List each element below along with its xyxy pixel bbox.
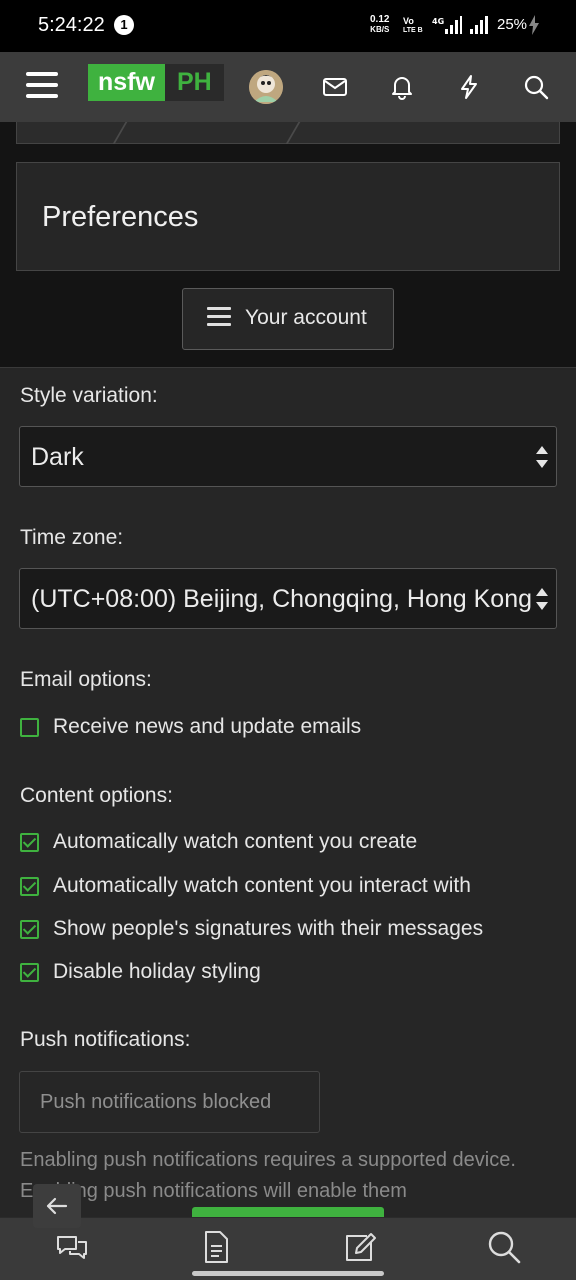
search-icon[interactable] (523, 74, 549, 100)
push-notifications-button[interactable]: Push notifications blocked (19, 1071, 320, 1133)
push-notifications-label: Push notifications: (20, 1028, 191, 1051)
time-zone-value: (UTC+08:00) Beijing, Chongqing, Hong Kon… (31, 585, 531, 613)
notification-badge: 1 (114, 15, 134, 35)
menu-icon (207, 307, 231, 331)
status-bar: 5:24:22 1 0.12 KB/S Vo LTE B 4G 25% (0, 0, 576, 52)
battery-level: 25% (497, 16, 528, 33)
back-arrow-icon (46, 1197, 68, 1215)
push-notifications-button-label: Push notifications blocked (40, 1091, 272, 1113)
volte-bottom: LTE B (403, 27, 423, 34)
breadcrumb[interactable] (16, 122, 560, 144)
email-options-label: Email options: (20, 668, 152, 691)
select-arrows-icon (536, 446, 548, 468)
back-button[interactable] (33, 1184, 81, 1228)
your-account-label: Your account (245, 306, 367, 329)
home-indicator[interactable] (192, 1271, 384, 1276)
network-speed-unit: KB/S (370, 25, 390, 34)
logo-text-left: nsfw (88, 64, 165, 101)
signal-4g-icon: 4G (432, 16, 462, 34)
checkbox-row-signatures[interactable]: Show people's signatures with their mess… (20, 915, 483, 943)
news-emails-checkbox[interactable] (20, 717, 39, 737)
edit-icon[interactable] (342, 1229, 378, 1265)
volte-top: Vo (403, 16, 414, 26)
mail-icon[interactable] (322, 74, 348, 100)
top-navbar: nsfw PH (0, 52, 576, 122)
volte-indicator: Vo LTE B (403, 16, 423, 36)
style-variation-value: Dark (31, 443, 84, 471)
style-variation-select[interactable]: Dark (19, 426, 557, 487)
your-account-button[interactable]: Your account (182, 288, 394, 350)
watch-interact-label: Automatically watch content you interact… (53, 874, 471, 897)
network-speed: 0.12 KB/S (370, 15, 389, 35)
watch-interact-checkbox[interactable] (20, 876, 39, 896)
time-zone-label: Time zone: (20, 526, 124, 549)
watch-create-checkbox[interactable] (20, 832, 39, 852)
style-variation-label: Style variation: (20, 384, 158, 407)
menu-icon[interactable] (26, 72, 58, 102)
page-title: Preferences (42, 201, 199, 233)
checkbox-row-watch-create[interactable]: Automatically watch content you create (20, 828, 417, 856)
bolt-icon[interactable] (456, 74, 482, 100)
news-emails-label: Receive news and update emails (53, 715, 362, 738)
network-speed-value: 0.12 (370, 14, 390, 25)
push-notifications-hint: Enabling push notifications requires a s… (20, 1149, 516, 1202)
charging-icon (529, 15, 539, 35)
checkbox-row-holiday-styling[interactable]: Disable holiday styling (20, 958, 261, 986)
checkbox-row-watch-interact[interactable]: Automatically watch content you interact… (20, 872, 471, 900)
svg-text:4G: 4G (432, 17, 444, 26)
search-icon[interactable] (486, 1229, 522, 1265)
document-icon[interactable] (198, 1229, 234, 1265)
site-logo[interactable]: nsfw PH (88, 64, 224, 101)
signatures-checkbox[interactable] (20, 919, 39, 939)
signal-icon (470, 16, 488, 34)
signatures-label: Show people's signatures with their mess… (53, 917, 484, 940)
status-time: 5:24:22 (38, 14, 105, 36)
time-zone-select[interactable]: (UTC+08:00) Beijing, Chongqing, Hong Kon… (19, 568, 557, 629)
checkbox-row-news-emails[interactable]: Receive news and update emails (20, 713, 361, 741)
holiday-styling-checkbox[interactable] (20, 962, 39, 982)
bell-icon[interactable] (389, 74, 415, 100)
watch-create-label: Automatically watch content you create (53, 830, 418, 853)
select-arrows-icon (536, 588, 548, 610)
holiday-styling-label: Disable holiday styling (53, 960, 261, 983)
avatar[interactable] (249, 70, 283, 104)
page-title-box: Preferences (16, 162, 560, 271)
content-options-label: Content options: (20, 784, 173, 807)
logo-text-right: PH (164, 64, 224, 101)
chat-icon[interactable] (54, 1229, 90, 1265)
